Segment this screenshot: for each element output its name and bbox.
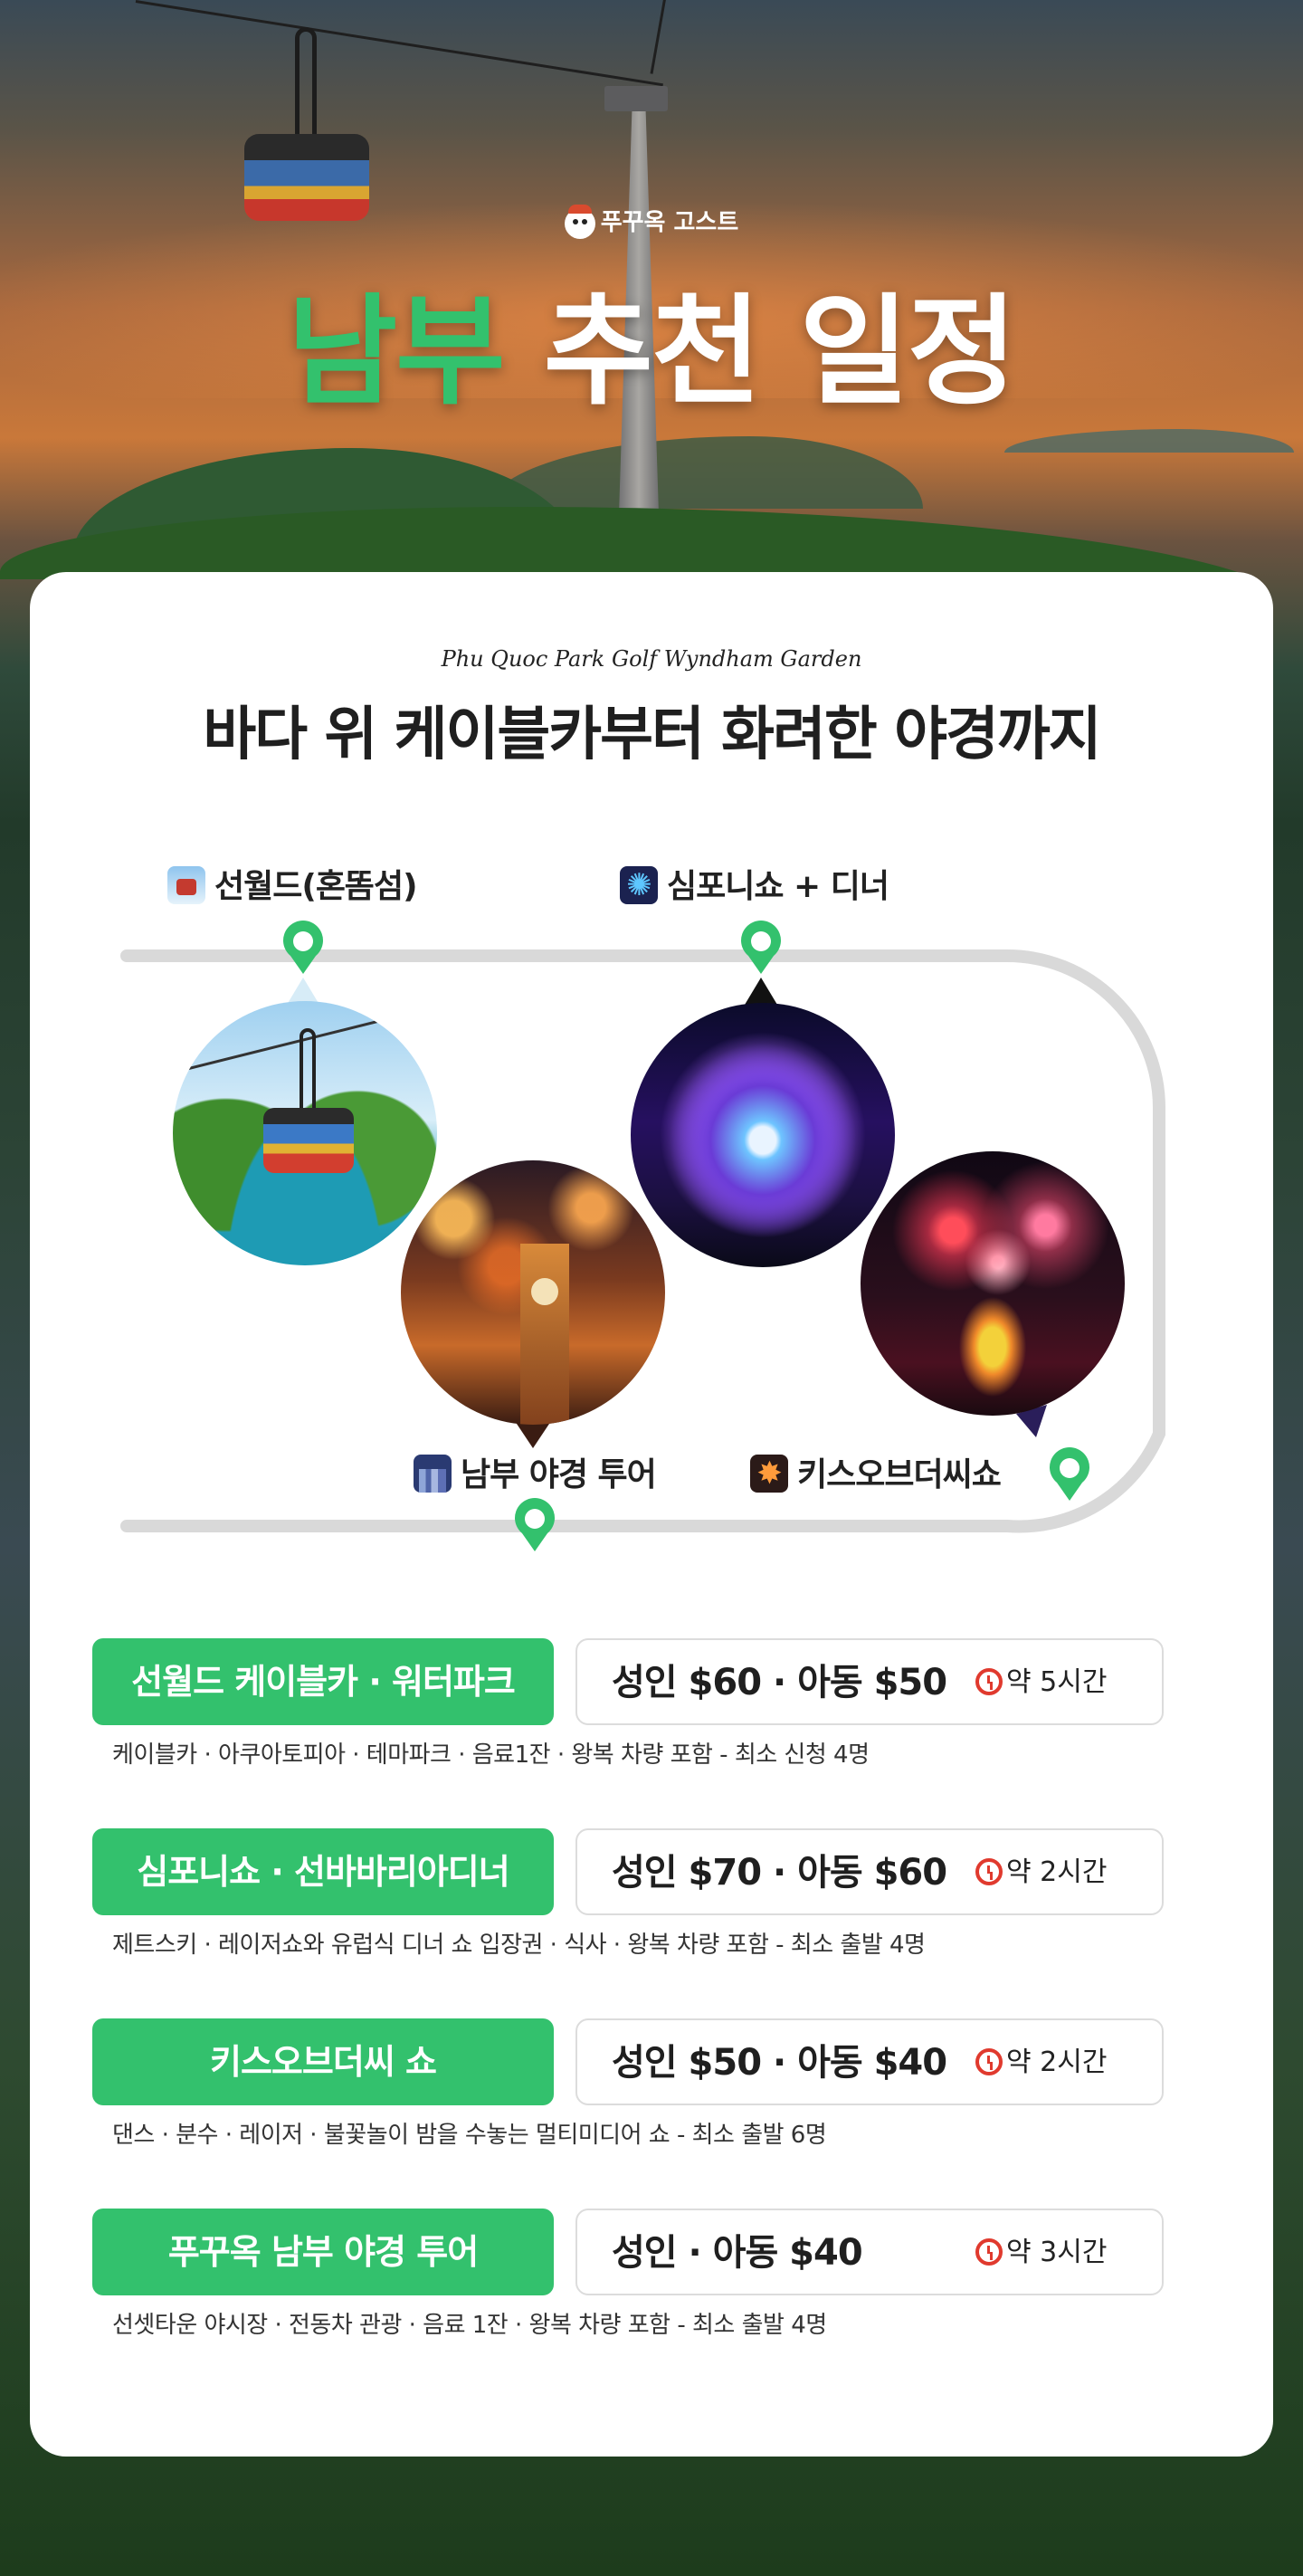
photo-symphony-show [631,1003,895,1267]
alarm-clock-icon [975,2048,1003,2075]
ghost-logo-icon [564,204,595,239]
stop-label: 남부 야경 투어 [461,1456,657,1493]
route-pin [283,921,323,974]
price-box: 성인 $50 · 아동 $40 약 2시간 [575,2018,1164,2105]
photo-kiss-of-the-sea [861,1151,1125,1416]
cable-tower-head [604,86,668,111]
fireworks-icon [620,866,658,904]
duration-text: 약 2시간 [1006,2046,1108,2078]
tour-price: 성인 $50 · 아동 $40 [612,2042,947,2084]
tour-name: 키스오브더씨 쇼 [92,2018,554,2105]
tour-price: 성인 · 아동 $40 [612,2232,863,2274]
photo-gondola [263,1108,354,1173]
route-stop-night-tour: 남부 야경 투어 [414,1448,657,1495]
cable-car-hanger [295,27,317,136]
price-box: 성인 $70 · 아동 $60 약 2시간 [575,1828,1164,1915]
tour-name: 심포니쇼 · 선바바리아디너 [92,1828,554,1915]
photo-cable-car [173,1001,437,1265]
stop-label: 키스오브더씨쇼 [797,1456,1002,1493]
stop-label: 심포니쇼 + 디너 [667,868,889,905]
tour-duration: 약 2시간 [975,2020,1107,2105]
route-stop-sunworld: 선월드(혼똠섬) [167,860,418,907]
alarm-clock-icon [975,1858,1003,1885]
alarm-clock-icon [975,1668,1003,1695]
photo-hanger [300,1028,316,1110]
route-pin [1050,1447,1089,1501]
route-pin [741,921,781,974]
photo-pointer [515,1421,551,1448]
tour-description: 선셋타운 야시장 · 전동차 관광 · 음료 1잔 · 왕복 차량 포함 - 최… [112,2312,827,2339]
photo-clock-tower [520,1244,569,1425]
tour-description: 케이블카 · 아쿠아토피아 · 테마파크 · 음료1잔 · 왕복 차량 포함 -… [112,1741,870,1769]
page-headline: 남부 추천 일정 [0,255,1303,428]
tour-price: 성인 $70 · 아동 $60 [612,1852,947,1894]
photo-pointer [745,978,777,1005]
brand-name: 푸꾸옥 고스트 [600,209,739,236]
headline-highlight: 남부 [287,282,506,422]
hero-cable [135,0,663,87]
tour-name: 선월드 케이블카 · 워터파크 [92,1638,554,1725]
distant-island [489,436,923,509]
tour-description: 댄스 · 분수 · 레이저 · 불꽃놀이 밤을 수놓는 멀티미디어 쇼 - 최소… [112,2122,827,2149]
duration-text: 약 5시간 [1006,1666,1108,1698]
tour-duration: 약 2시간 [975,1830,1107,1915]
brand-logo: 푸꾸옥 고스트 [0,204,1303,239]
price-box: 성인 $60 · 아동 $50 약 5시간 [575,1638,1164,1725]
route-stop-symphony: 심포니쇼 + 디너 [620,860,889,907]
tour-duration: 약 5시간 [975,1640,1107,1725]
tour-duration: 약 3시간 [975,2210,1107,2295]
photo-clock-face [531,1278,558,1305]
hero-cable [650,0,672,74]
price-box: 성인 · 아동 $40 약 3시간 [575,2209,1164,2295]
cable-car-icon [167,866,205,904]
headline-rest: 추천 일정 [543,282,1018,422]
photo-night-tour [401,1160,665,1425]
tour-price: 성인 $60 · 아동 $50 [612,1662,947,1703]
duration-text: 약 3시간 [1006,2237,1108,2268]
route-stop-kiss-sea: 키스오브더씨쇼 [750,1448,1002,1495]
distant-island [1004,429,1294,453]
night-city-icon [414,1455,452,1493]
duration-text: 약 2시간 [1006,1856,1108,1888]
sparkler-icon [750,1455,788,1493]
tour-description: 제트스키 · 레이저쇼와 유럽식 디너 쇼 입장권 · 식사 · 왕복 차량 포… [112,1932,926,1959]
stop-label: 선월드(혼똠섬) [214,868,418,905]
route-pin [515,1498,555,1551]
alarm-clock-icon [975,2238,1003,2266]
itinerary-card: Phu Quoc Park Golf Wyndham Garden 바다 위 케… [30,572,1273,2457]
tour-name: 푸꾸옥 남부 야경 투어 [92,2209,554,2295]
